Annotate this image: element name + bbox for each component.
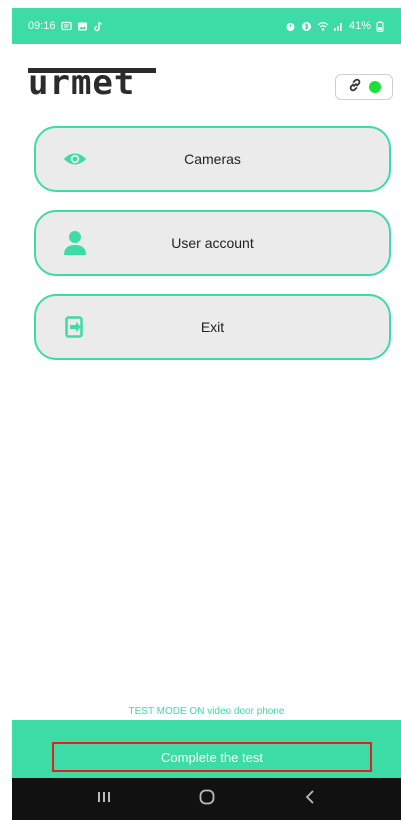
cameras-button[interactable]: Cameras [34,126,391,192]
test-mode-notice: TEST MODE ON video door phone [128,706,285,717]
connection-status-badge[interactable] [335,74,393,100]
battery-percent: 41% [348,20,371,32]
complete-test-button[interactable]: Complete the test [52,742,372,772]
urmet-logo: urmet [28,63,136,103]
cameras-label: Cameras [184,151,241,167]
bottom-action-bar: Complete the test [12,720,401,778]
connection-status-dot [369,81,381,93]
alarm-icon [285,21,296,32]
status-bar: 09:16 41% [12,8,401,44]
link-icon [347,77,363,98]
home-icon [198,788,216,811]
complete-test-label: Complete the test [161,749,263,765]
status-time: 09:16 [28,20,56,32]
image-icon [77,21,88,32]
tiktok-icon [93,21,104,32]
phone-screen: 09:16 41% urmet Cameras User account Exi… [12,8,401,820]
status-left: 09:16 [28,20,104,32]
back-icon [303,789,317,810]
user-account-button[interactable]: User account [34,210,391,276]
system-nav-bar [12,778,401,820]
exit-label: Exit [200,319,225,335]
app-header: urmet [12,44,401,128]
exit-button[interactable]: Exit [34,294,391,360]
main-menu: Cameras User account Exit [34,126,391,378]
status-right: 41% [285,20,387,32]
recent-apps-icon [96,790,112,809]
battery-icon [376,21,387,32]
chat-icon [60,21,72,32]
wifi-icon [317,21,329,32]
home-button[interactable] [187,784,227,814]
signal-icon [333,21,344,32]
back-button[interactable] [290,784,330,814]
bluetooth-icon [301,21,312,32]
recent-apps-button[interactable] [84,784,124,814]
user-account-label: User account [171,235,254,251]
